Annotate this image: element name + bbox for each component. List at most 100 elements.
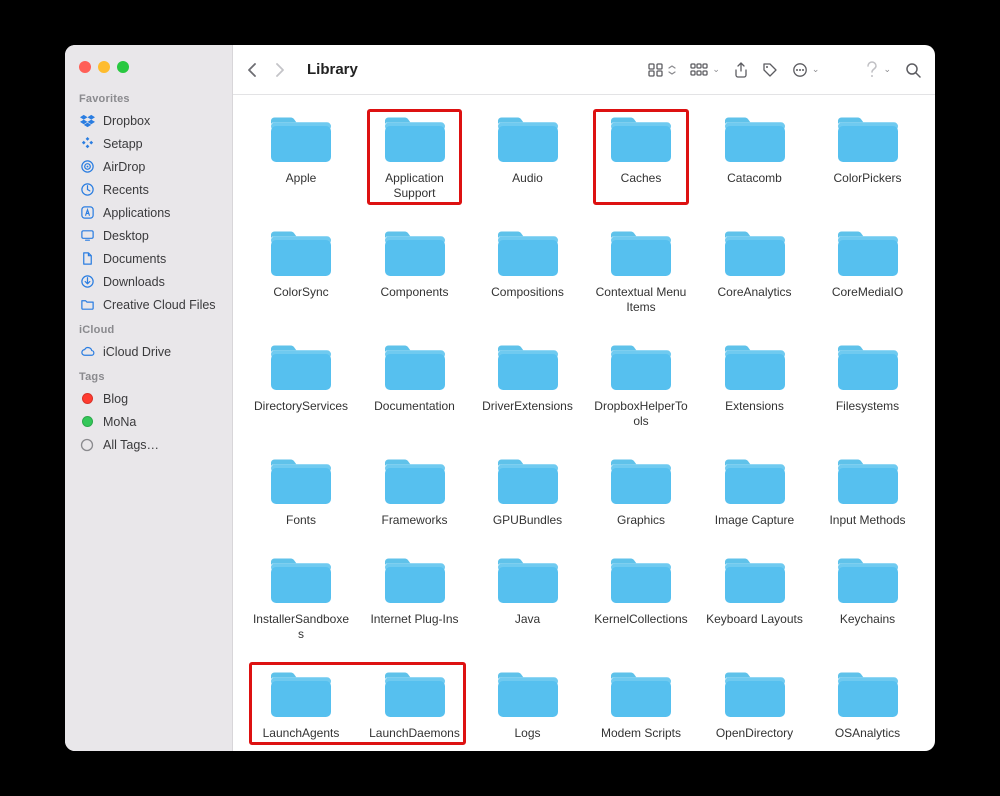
actions-button[interactable]: ⌄ [792, 62, 820, 78]
folder-item[interactable]: Fonts [251, 451, 351, 528]
window-controls [65, 55, 232, 85]
sidebar-item-label: All Tags… [103, 438, 159, 452]
sidebar-item-desktop[interactable]: Desktop [65, 224, 232, 247]
sidebar-section-favorites: Favorites [65, 85, 232, 109]
folder-item[interactable]: Logs [478, 664, 577, 741]
folder-item[interactable]: Caches [591, 109, 691, 201]
folder-item[interactable]: OSAnalytics [818, 664, 917, 741]
folder-label: Frameworks [381, 513, 447, 528]
folder-item[interactable]: DropboxHelperTools [591, 337, 691, 429]
folder-label: DropboxHelperTools [591, 399, 691, 429]
folder-item[interactable]: Documentation [365, 337, 464, 429]
folder-item[interactable]: ColorPickers [818, 109, 917, 201]
sidebar-item-setapp[interactable]: Setapp [65, 132, 232, 155]
folder-item[interactable]: Keychains [818, 550, 917, 642]
close-window-button[interactable] [79, 61, 91, 73]
folder-label: LaunchAgents [263, 726, 340, 741]
folder-item[interactable]: Application Support [365, 109, 464, 201]
doc-icon [79, 251, 95, 267]
sidebar-item-label: Documents [103, 252, 166, 266]
sidebar-item-label: Dropbox [103, 114, 150, 128]
folder-label: Components [380, 285, 448, 300]
folder-item[interactable]: Internet Plug-Ins [365, 550, 464, 642]
folder-label: CoreAnalytics [717, 285, 791, 300]
sidebar-item-recents[interactable]: Recents [65, 178, 232, 201]
share-button[interactable] [734, 62, 748, 78]
sidebar-item-airdrop[interactable]: AirDrop [65, 155, 232, 178]
tags-button[interactable] [762, 62, 778, 78]
app-icon [79, 205, 95, 221]
folder-item[interactable]: Compositions [478, 223, 577, 315]
sidebar-item-applications[interactable]: Applications [65, 201, 232, 224]
folder-icon [721, 554, 789, 606]
folder-item[interactable]: InstallerSandboxes [251, 550, 351, 642]
minimize-window-button[interactable] [98, 61, 110, 73]
sidebar-item-label: Creative Cloud Files [103, 298, 216, 312]
folder-icon [494, 455, 562, 507]
folder-item[interactable]: Frameworks [365, 451, 464, 528]
folder-item[interactable]: Java [478, 550, 577, 642]
folder-icon [834, 668, 902, 720]
folder-item[interactable]: Apple [251, 109, 351, 201]
folder-item[interactable]: LaunchDaemons [365, 664, 464, 741]
folder-item[interactable]: Audio [478, 109, 577, 201]
help-button[interactable]: ⌄ [865, 61, 891, 79]
folder-item[interactable]: ColorSync [251, 223, 351, 315]
folder-item[interactable]: Input Methods [818, 451, 917, 528]
folder-label: DirectoryServices [254, 399, 348, 414]
folder-label: Compositions [491, 285, 564, 300]
folder-label: InstallerSandboxes [251, 612, 351, 642]
sidebar-item-downloads[interactable]: Downloads [65, 270, 232, 293]
folder-item[interactable]: Filesystems [818, 337, 917, 429]
back-button[interactable] [241, 59, 263, 81]
content-area[interactable]: Apple Application Support Audio Caches C… [233, 95, 935, 751]
folder-item[interactable]: GPUBundles [478, 451, 577, 528]
folder-icon [607, 341, 675, 393]
folder-icon [721, 341, 789, 393]
folder-icon [607, 668, 675, 720]
forward-button[interactable] [269, 59, 291, 81]
folder-item[interactable]: CoreMediaIO [818, 223, 917, 315]
toolbar-right: ⌄ ⌄ ⌄ [648, 61, 921, 79]
folder-item[interactable]: OpenDirectory [705, 664, 804, 741]
sidebar-item-mona[interactable]: MoNa [65, 410, 232, 433]
tag-dot-icon [79, 414, 95, 430]
folder-item[interactable]: Image Capture [705, 451, 804, 528]
folder-item[interactable]: Components [365, 223, 464, 315]
folder-item[interactable]: DirectoryServices [251, 337, 351, 429]
folder-item[interactable]: DriverExtensions [478, 337, 577, 429]
folder-label: Documentation [374, 399, 455, 414]
sidebar-item-documents[interactable]: Documents [65, 247, 232, 270]
folder-item[interactable]: CoreAnalytics [705, 223, 804, 315]
folder-icon [267, 227, 335, 279]
sidebar-item-creative-cloud-files[interactable]: Creative Cloud Files [65, 293, 232, 316]
sidebar-item-blog[interactable]: Blog [65, 387, 232, 410]
finder-window: Favorites DropboxSetappAirDropRecentsApp… [65, 45, 935, 751]
group-by-button[interactable]: ⌄ [690, 63, 720, 77]
view-icons-button[interactable] [648, 63, 676, 77]
folder-icon [607, 554, 675, 606]
folder-item[interactable]: Graphics [591, 451, 691, 528]
folder-icon [834, 455, 902, 507]
folder-item[interactable]: KernelCollections [591, 550, 691, 642]
folder-item[interactable]: Keyboard Layouts [705, 550, 804, 642]
sidebar-item-icloud-drive[interactable]: iCloud Drive [65, 340, 232, 363]
tag-dot-icon [79, 391, 95, 407]
zoom-window-button[interactable] [117, 61, 129, 73]
folder-item[interactable]: Catacomb [705, 109, 804, 201]
folder-item[interactable]: LaunchAgents [251, 664, 351, 741]
sidebar-item-label: iCloud Drive [103, 345, 171, 359]
folder-item[interactable]: Modem Scripts [591, 664, 691, 741]
sidebar-section-tags: Tags [65, 363, 232, 387]
sidebar-item-label: MoNa [103, 415, 136, 429]
folder-item[interactable]: Contextual Menu Items [591, 223, 691, 315]
folder-label: Audio [512, 171, 543, 186]
sidebar-item-dropbox[interactable]: Dropbox [65, 109, 232, 132]
folder-label: Catacomb [727, 171, 782, 186]
sidebar-item-all-tags-[interactable]: All Tags… [65, 433, 232, 456]
folder-label: Internet Plug-Ins [370, 612, 458, 627]
search-button[interactable] [905, 62, 921, 78]
folder-icon [381, 668, 449, 720]
sidebar-item-label: Setapp [103, 137, 143, 151]
folder-item[interactable]: Extensions [705, 337, 804, 429]
